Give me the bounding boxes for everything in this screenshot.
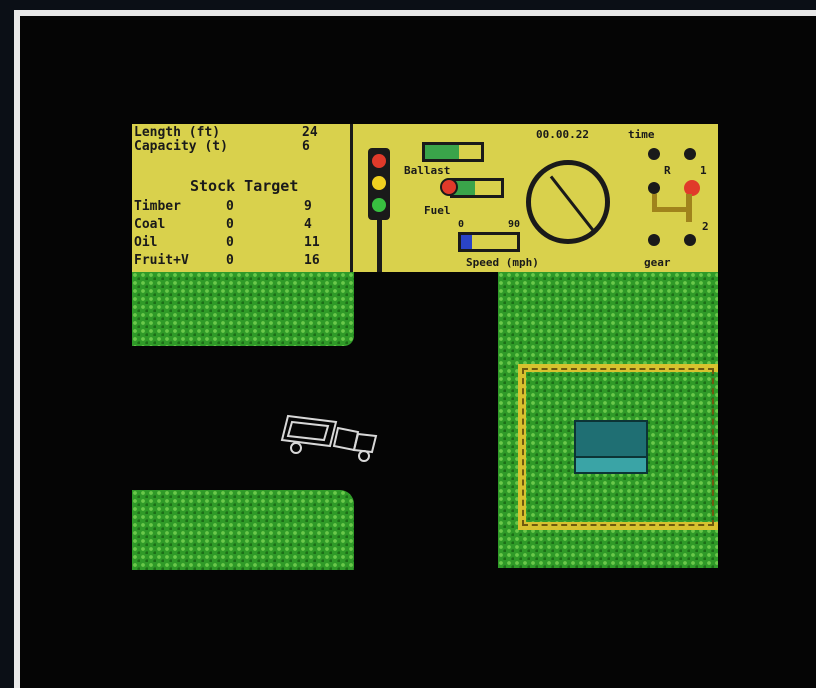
gear-slot-dot[interactable]	[648, 182, 660, 194]
traffic-light-icon	[368, 148, 390, 220]
fuel-warning-icon	[440, 178, 458, 196]
hud-panel: Length (ft) 24 Capacity (t) 6 Stock Targ…	[132, 124, 718, 272]
stock-value: 0	[226, 253, 234, 268]
signal-red-lamp	[372, 154, 386, 168]
ballast-label: Ballast	[404, 164, 451, 177]
stock-name: Coal	[134, 217, 166, 232]
hud-divider	[350, 124, 353, 272]
ballast-fill	[425, 145, 459, 159]
grass-field-bottom-left	[132, 490, 354, 570]
gear-slot-dot[interactable]	[684, 148, 696, 160]
length-label: Length (ft)	[134, 125, 221, 140]
ballast-bar	[422, 142, 484, 162]
gear-1-label: 1	[700, 164, 707, 177]
fuel-bar	[450, 178, 504, 198]
stock-row-fruit: Fruit+V 0 16	[134, 254, 344, 267]
gear-r-label: R	[664, 164, 671, 177]
stock-target-header: Stock Target	[190, 177, 299, 195]
stock-value: 0	[226, 199, 234, 214]
gear-slot-dot[interactable]	[684, 234, 696, 246]
capacity-label: Capacity (t)	[134, 139, 228, 154]
stock-name: Oil	[134, 235, 158, 250]
signal-green-lamp	[372, 198, 386, 212]
speed-fill	[461, 235, 473, 249]
target-value: 16	[304, 253, 320, 268]
capacity-value: 6	[302, 139, 310, 154]
fuel-label: Fuel	[424, 204, 451, 217]
stock-value: 0	[226, 235, 234, 250]
truck-sprite[interactable]	[278, 410, 384, 470]
target-value: 4	[304, 217, 312, 232]
time-value: 00.00.22	[536, 128, 589, 141]
stock-name: Fruit+V	[134, 253, 189, 268]
stock-name: Timber	[134, 199, 181, 214]
speed-label: Speed (mph)	[466, 256, 539, 269]
stock-row-timber: Timber 0 9	[134, 200, 344, 213]
speed-min-label: 0	[458, 219, 465, 230]
gear-slot-dot[interactable]	[648, 234, 660, 246]
target-value: 11	[304, 235, 320, 250]
speedometer-dial	[526, 160, 610, 244]
speed-bar	[458, 232, 520, 252]
stock-row-oil: Oil 0 11	[134, 236, 344, 249]
depot-platform	[574, 456, 648, 474]
signal-yellow-lamp	[372, 176, 386, 190]
target-value: 9	[304, 199, 312, 214]
length-value: 24	[302, 125, 318, 140]
grass-field-top-left	[132, 272, 354, 346]
gear-gate	[652, 194, 688, 212]
time-label: time	[628, 128, 655, 141]
stock-row-coal: Coal 0 4	[134, 218, 344, 231]
signal-pole	[377, 220, 382, 272]
speed-max-label: 90	[508, 219, 521, 230]
gear-2-label: 2	[702, 220, 709, 233]
gear-slot-dot[interactable]	[648, 148, 660, 160]
speedometer-needle	[549, 175, 596, 233]
stock-value: 0	[226, 217, 234, 232]
gear-label: gear	[644, 256, 671, 269]
gear-gate-slot	[686, 194, 692, 222]
